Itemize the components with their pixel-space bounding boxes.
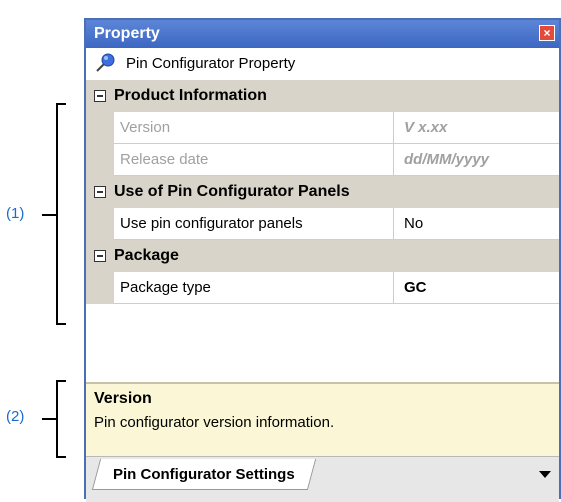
pin-icon	[94, 52, 116, 74]
property-value[interactable]: No	[394, 208, 559, 240]
description-pane: Version Pin configurator version informa…	[86, 382, 559, 456]
category-label: Product Information	[114, 87, 267, 104]
property-name: Version	[114, 112, 394, 144]
property-row-version[interactable]: Version V x.xx	[86, 112, 559, 144]
panel-title-bar: Property ×	[86, 20, 559, 48]
tab-pin-configurator-settings[interactable]: Pin Configurator Settings	[91, 459, 316, 490]
close-icon: ×	[543, 26, 551, 40]
collapse-icon[interactable]	[94, 90, 106, 102]
row-gutter	[86, 112, 114, 144]
row-gutter	[86, 272, 114, 304]
object-label: Pin Configurator Property	[126, 54, 296, 72]
row-gutter	[86, 144, 114, 176]
callout-1-bracket	[56, 103, 66, 325]
category-package[interactable]: Package	[86, 240, 559, 272]
description-title: Version	[94, 390, 152, 407]
callout-1-tick	[42, 214, 56, 216]
category-label: Use of Pin Configurator Panels	[114, 183, 350, 200]
collapse-icon[interactable]	[94, 186, 106, 198]
close-button[interactable]: ×	[539, 25, 555, 41]
property-row-use-pin-configurator-panels[interactable]: Use pin configurator panels No	[86, 208, 559, 240]
description-text: Pin configurator version information.	[94, 414, 335, 431]
property-row-release-date[interactable]: Release date dd/MM/yyyy	[86, 144, 559, 176]
property-grid: Product Information Version V x.xx Relea…	[86, 80, 559, 374]
collapse-icon[interactable]	[94, 250, 106, 262]
category-use-of-pin-configurator-panels[interactable]: Use of Pin Configurator Panels	[86, 176, 559, 208]
row-gutter	[86, 208, 114, 240]
property-value[interactable]: GC	[394, 272, 559, 304]
category-label: Package	[114, 247, 179, 264]
property-name: Package type	[114, 272, 394, 304]
property-panel: Property × Pin Configurator Property Pro…	[84, 18, 561, 502]
property-row-package-type[interactable]: Package type GC	[86, 272, 559, 304]
category-product-information[interactable]: Product Information	[86, 80, 559, 112]
callout-2-tick	[42, 418, 56, 420]
property-name: Use pin configurator panels	[114, 208, 394, 240]
property-value: V x.xx	[394, 112, 559, 144]
panel-title: Property	[94, 25, 160, 42]
tab-menu-chevron-down-icon[interactable]	[539, 471, 551, 478]
property-value: dd/MM/yyyy	[394, 144, 559, 176]
property-name: Release date	[114, 144, 394, 176]
callout-2: (2)	[6, 408, 25, 425]
tab-label: Pin Configurator Settings	[113, 465, 295, 483]
object-bar: Pin Configurator Property	[86, 48, 559, 78]
tab-bar: Pin Configurator Settings	[86, 456, 559, 502]
callout-1: (1)	[6, 205, 25, 222]
callout-2-bracket	[56, 380, 66, 458]
